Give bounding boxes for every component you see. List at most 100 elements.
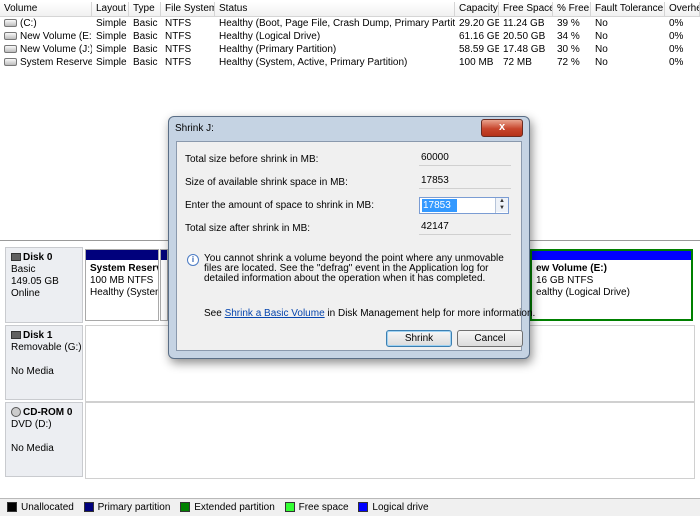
shrink-amount-label: Enter the amount of space to shrink in M… [185, 200, 374, 211]
total-before-label: Total size before shrink in MB: [185, 154, 319, 165]
volume-list-header: Volume Layout Type File System Status Ca… [0, 2, 700, 17]
shrink-amount-input[interactable] [422, 199, 457, 212]
volume-type: Basic [133, 57, 158, 68]
primary-partition-band [161, 250, 167, 260]
legend-swatch [180, 502, 191, 513]
disk-1-type: Removable (G:) [11, 342, 82, 353]
help-prefix: See [204, 308, 225, 319]
drive-icon [4, 32, 17, 41]
disk-1-state: No Media [11, 366, 54, 377]
disk-0-size: 149.05 GB [11, 276, 59, 287]
help-link[interactable]: Shrink a Basic Volume [225, 308, 325, 319]
volume-capacity: 58.59 GB [459, 44, 499, 55]
volume-row-e[interactable]: New Volume (E:) Simple Basic NTFS Health… [0, 30, 700, 43]
volume-name: (C:) [0, 17, 92, 30]
disk-0-label[interactable]: Disk 0 Basic 149.05 GB Online [5, 247, 83, 323]
legend-extended-partition: Extended partition [180, 499, 275, 516]
spin-buttons: ▲ ▼ [495, 198, 508, 213]
cdrom-0-row: CD-ROM 0 DVD (D:) No Media [0, 402, 700, 479]
legend-label: Extended partition [194, 502, 275, 513]
volume-layout: Simple [96, 18, 127, 29]
spin-down-icon[interactable]: ▼ [496, 205, 508, 212]
volume-free-space: 72 MB [503, 57, 532, 68]
partition-j[interactable] [160, 249, 168, 321]
partition-system-reserved[interactable]: System Reserv 100 MB NTFS Healthy (Syste… [85, 249, 159, 321]
available-shrink-label: Size of available shrink space in MB: [185, 177, 348, 188]
column-header-percent-free[interactable]: % Free [553, 2, 591, 16]
legend-label: Free space [298, 502, 349, 513]
column-header-status[interactable]: Status [215, 2, 455, 16]
volume-capacity: 29.20 GB [459, 18, 499, 29]
disk-1-label[interactable]: Disk 1 Removable (G:) No Media [5, 325, 83, 400]
volume-row-j[interactable]: New Volume (J:) Simple Basic NTFS Health… [0, 43, 700, 56]
partition-size: 16 GB NTFS [536, 275, 594, 286]
cdrom-0-area [85, 402, 695, 479]
shrink-amount-stepper: ▲ ▼ [419, 197, 509, 214]
volume-capacity: 100 MB [459, 57, 494, 68]
volume-name-text: (C:) [20, 18, 37, 29]
legend-bar: Unallocated Primary partition Extended p… [0, 498, 700, 516]
total-after-value: 42147 [419, 219, 511, 235]
dialog-title-bar[interactable]: Shrink J: [169, 117, 529, 141]
partition-new-volume-e[interactable]: ew Volume (E:) 16 GB NTFS ealthy (Logica… [530, 249, 693, 321]
volume-layout: Simple [96, 31, 127, 42]
volume-row-c[interactable]: (C:) Simple Basic NTFS Healthy (Boot, Pa… [0, 17, 700, 30]
volume-name-text: New Volume (E:) [20, 31, 92, 42]
volume-free-space: 17.48 GB [503, 44, 546, 55]
volume-overhead: 0% [669, 57, 684, 68]
cd-rom-icon [11, 407, 21, 418]
column-header-layout[interactable]: Layout [92, 2, 129, 16]
volume-name: New Volume (J:) [0, 43, 92, 56]
column-header-file-system[interactable]: File System [161, 2, 215, 16]
column-header-fault-tolerance[interactable]: Fault Tolerance [591, 2, 665, 16]
primary-partition-band [86, 250, 158, 260]
volume-name: New Volume (E:) [0, 30, 92, 43]
volume-layout: Simple [96, 44, 127, 55]
column-header-free-space[interactable]: Free Space [499, 2, 553, 16]
close-button[interactable]: x [481, 119, 523, 137]
volume-overhead: 0% [669, 31, 684, 42]
legend-swatch [83, 502, 94, 513]
volume-percent-free: 30 % [557, 44, 580, 55]
volume-fault-tolerance: No [595, 31, 608, 42]
help-line: See Shrink a Basic Volume in Disk Manage… [204, 308, 535, 319]
partition-size: 100 MB NTFS [90, 275, 154, 286]
disk-0-type: Basic [11, 264, 36, 275]
cdrom-0-label[interactable]: CD-ROM 0 DVD (D:) No Media [5, 402, 83, 477]
disk-1-name-line: Disk 1 [11, 330, 82, 342]
total-after-label: Total size after shrink in MB: [185, 223, 311, 234]
help-suffix: in Disk Management help for more informa… [324, 308, 536, 319]
column-header-volume[interactable]: Volume [0, 2, 92, 16]
dialog-title: Shrink J: [175, 123, 214, 134]
volume-status: Healthy (Primary Partition) [219, 44, 337, 55]
volume-file-system: NTFS [165, 18, 192, 29]
volume-file-system: NTFS [165, 44, 192, 55]
cancel-button[interactable]: Cancel [457, 330, 523, 347]
volume-fault-tolerance: No [595, 57, 608, 68]
cdrom-0-state: No Media [11, 443, 54, 454]
volume-row-system-reserved[interactable]: System Reserved Simple Basic NTFS Health… [0, 56, 700, 69]
volume-overhead: 0% [669, 44, 684, 55]
volume-status: Healthy (Boot, Page File, Crash Dump, Pr… [219, 18, 455, 29]
volume-fault-tolerance: No [595, 18, 608, 29]
partition-status: Healthy (Systen [90, 287, 158, 298]
legend-swatch [358, 502, 369, 513]
column-header-capacity[interactable]: Capacity [455, 2, 499, 16]
column-header-type[interactable]: Type [129, 2, 161, 16]
volume-overhead: 0% [669, 18, 684, 29]
partition-name: System Reserv [90, 263, 158, 274]
close-icon: x [498, 121, 506, 133]
volume-status: Healthy (System, Active, Primary Partiti… [219, 57, 408, 68]
cdrom-0-name-line: CD-ROM 0 [11, 407, 82, 419]
column-header-overhead[interactable]: Overhe [665, 2, 700, 16]
legend-primary-partition: Primary partition [83, 499, 170, 516]
disk-1-name: Disk 1 [23, 330, 53, 341]
volume-capacity: 61.16 GB [459, 31, 499, 42]
available-shrink-value: 17853 [419, 173, 511, 189]
volume-layout: Simple [96, 57, 127, 68]
shrink-button[interactable]: Shrink [386, 330, 452, 347]
volume-name: System Reserved [0, 56, 92, 69]
legend-label: Logical drive [372, 502, 429, 513]
volume-type: Basic [133, 18, 158, 29]
spin-up-icon[interactable]: ▲ [496, 198, 508, 205]
